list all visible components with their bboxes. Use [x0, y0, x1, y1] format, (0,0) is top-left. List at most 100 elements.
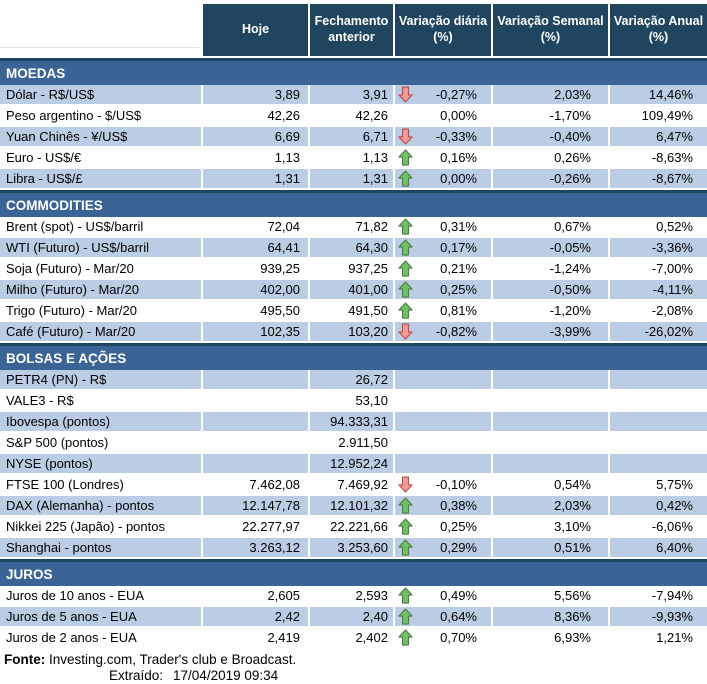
cell-variacao-semanal[interactable]: -0,05% [493, 238, 610, 259]
cell-variacao-semanal[interactable]: -0,26% [493, 169, 610, 190]
row-label[interactable]: Shanghai - pontos [0, 538, 203, 559]
cell-variacao-diaria[interactable]: 0,70% [395, 628, 493, 649]
cell-hoje[interactable]: 72,04 [203, 217, 310, 238]
cell-variacao-diaria[interactable] [395, 370, 493, 391]
cell-variacao-semanal[interactable]: 8,36% [493, 607, 610, 628]
cell-variacao-anual[interactable] [610, 454, 707, 475]
cell-fechamento-anterior[interactable]: 1,31 [310, 169, 395, 190]
cell-variacao-semanal[interactable]: 0,26% [493, 148, 610, 169]
row-label[interactable]: S&P 500 (pontos) [0, 433, 203, 454]
cell-fechamento-anterior[interactable]: 7.469,92 [310, 475, 395, 496]
cell-fechamento-anterior[interactable]: 64,30 [310, 238, 395, 259]
cell-fechamento-anterior[interactable]: 26,72 [310, 370, 395, 391]
cell-hoje[interactable]: 402,00 [203, 280, 310, 301]
cell-fechamento-anterior[interactable]: 53,10 [310, 391, 395, 412]
cell-variacao-diaria[interactable]: -0,27% [395, 85, 493, 106]
cell-variacao-semanal[interactable]: -1,20% [493, 301, 610, 322]
cell-variacao-diaria[interactable]: -0,33% [395, 127, 493, 148]
cell-hoje[interactable]: 102,35 [203, 322, 310, 343]
section-header-bolsas-e-acoes[interactable]: BOLSAS E AÇÕES [0, 343, 707, 370]
cell-variacao-anual[interactable]: -2,08% [610, 301, 707, 322]
cell-variacao-semanal[interactable] [493, 391, 610, 412]
cell-variacao-anual[interactable]: -8,63% [610, 148, 707, 169]
cell-variacao-diaria[interactable]: 0,64% [395, 607, 493, 628]
cell-variacao-semanal[interactable]: -1,24% [493, 259, 610, 280]
cell-fechamento-anterior[interactable]: 2,593 [310, 586, 395, 607]
cell-fechamento-anterior[interactable]: 12.952,24 [310, 454, 395, 475]
row-label[interactable]: VALE3 - R$ [0, 391, 203, 412]
cell-variacao-semanal[interactable]: 0,67% [493, 217, 610, 238]
row-label[interactable]: Nikkei 225 (Japão) - pontos [0, 517, 203, 538]
cell-variacao-anual[interactable]: 6,40% [610, 538, 707, 559]
cell-variacao-semanal[interactable]: -0,40% [493, 127, 610, 148]
cell-hoje[interactable] [203, 454, 310, 475]
cell-variacao-diaria[interactable] [395, 433, 493, 454]
cell-hoje[interactable]: 7.462,08 [203, 475, 310, 496]
section-header-moedas[interactable]: MOEDAS [0, 58, 707, 85]
cell-variacao-anual[interactable]: 5,75% [610, 475, 707, 496]
cell-fechamento-anterior[interactable]: 42,26 [310, 106, 395, 127]
row-label[interactable]: Libra - US$/£ [0, 169, 203, 190]
cell-variacao-anual[interactable]: 109,49% [610, 106, 707, 127]
cell-hoje[interactable] [203, 433, 310, 454]
cell-fechamento-anterior[interactable]: 3,91 [310, 85, 395, 106]
section-header-commodities[interactable]: COMMODITIES [0, 190, 707, 217]
cell-variacao-anual[interactable] [610, 391, 707, 412]
cell-variacao-semanal[interactable]: 0,51% [493, 538, 610, 559]
cell-variacao-anual[interactable]: -9,93% [610, 607, 707, 628]
cell-variacao-diaria[interactable] [395, 412, 493, 433]
cell-hoje[interactable]: 22.277,97 [203, 517, 310, 538]
cell-variacao-semanal[interactable]: 5,56% [493, 586, 610, 607]
cell-variacao-anual[interactable]: -6,06% [610, 517, 707, 538]
cell-variacao-semanal[interactable]: -3,99% [493, 322, 610, 343]
cell-fechamento-anterior[interactable]: 22.221,66 [310, 517, 395, 538]
row-label[interactable]: Café (Futuro) - Mar/20 [0, 322, 203, 343]
cell-variacao-semanal[interactable]: 6,93% [493, 628, 610, 649]
cell-variacao-semanal[interactable]: 0,54% [493, 475, 610, 496]
cell-fechamento-anterior[interactable]: 71,82 [310, 217, 395, 238]
row-label[interactable]: Juros de 2 anos - EUA [0, 628, 203, 649]
cell-hoje[interactable] [203, 391, 310, 412]
cell-variacao-diaria[interactable] [395, 391, 493, 412]
cell-hoje[interactable] [203, 412, 310, 433]
cell-variacao-anual[interactable]: -3,36% [610, 238, 707, 259]
cell-hoje[interactable]: 1,31 [203, 169, 310, 190]
cell-fechamento-anterior[interactable]: 491,50 [310, 301, 395, 322]
cell-hoje[interactable]: 2,42 [203, 607, 310, 628]
cell-hoje[interactable]: 2,605 [203, 586, 310, 607]
cell-variacao-diaria[interactable]: 0,00% [395, 169, 493, 190]
column-header-var-diaria[interactable]: Variação diária (%) [395, 4, 493, 56]
cell-variacao-anual[interactable]: -4,11% [610, 280, 707, 301]
cell-variacao-diaria[interactable]: 0,21% [395, 259, 493, 280]
cell-fechamento-anterior[interactable]: 12.101,32 [310, 496, 395, 517]
column-header-var-semanal[interactable]: Variação Semanal (%) [493, 4, 610, 56]
cell-variacao-anual[interactable]: 0,52% [610, 217, 707, 238]
cell-variacao-diaria[interactable]: 0,17% [395, 238, 493, 259]
cell-fechamento-anterior[interactable]: 401,00 [310, 280, 395, 301]
cell-hoje[interactable]: 6,69 [203, 127, 310, 148]
cell-variacao-diaria[interactable]: -0,82% [395, 322, 493, 343]
cell-hoje[interactable]: 3,89 [203, 85, 310, 106]
row-label[interactable]: Yuan Chinês - ¥/US$ [0, 127, 203, 148]
cell-variacao-anual[interactable] [610, 433, 707, 454]
cell-variacao-anual[interactable] [610, 370, 707, 391]
cell-variacao-diaria[interactable]: 0,38% [395, 496, 493, 517]
cell-variacao-diaria[interactable]: 0,29% [395, 538, 493, 559]
cell-variacao-semanal[interactable]: 2,03% [493, 85, 610, 106]
row-label[interactable]: NYSE (pontos) [0, 454, 203, 475]
row-label[interactable]: Peso argentino - $/US$ [0, 106, 203, 127]
row-label[interactable]: FTSE 100 (Londres) [0, 475, 203, 496]
cell-variacao-diaria[interactable] [395, 454, 493, 475]
cell-hoje[interactable]: 2,419 [203, 628, 310, 649]
cell-variacao-anual[interactable]: 0,42% [610, 496, 707, 517]
cell-variacao-anual[interactable]: -7,94% [610, 586, 707, 607]
cell-variacao-diaria[interactable]: 0,16% [395, 148, 493, 169]
cell-fechamento-anterior[interactable]: 1,13 [310, 148, 395, 169]
cell-fechamento-anterior[interactable]: 94.333,31 [310, 412, 395, 433]
row-label[interactable]: DAX (Alemanha) - pontos [0, 496, 203, 517]
cell-variacao-semanal[interactable] [493, 412, 610, 433]
cell-variacao-semanal[interactable]: 2,03% [493, 496, 610, 517]
cell-hoje[interactable]: 3.263,12 [203, 538, 310, 559]
cell-hoje[interactable]: 939,25 [203, 259, 310, 280]
cell-variacao-semanal[interactable]: -1,70% [493, 106, 610, 127]
